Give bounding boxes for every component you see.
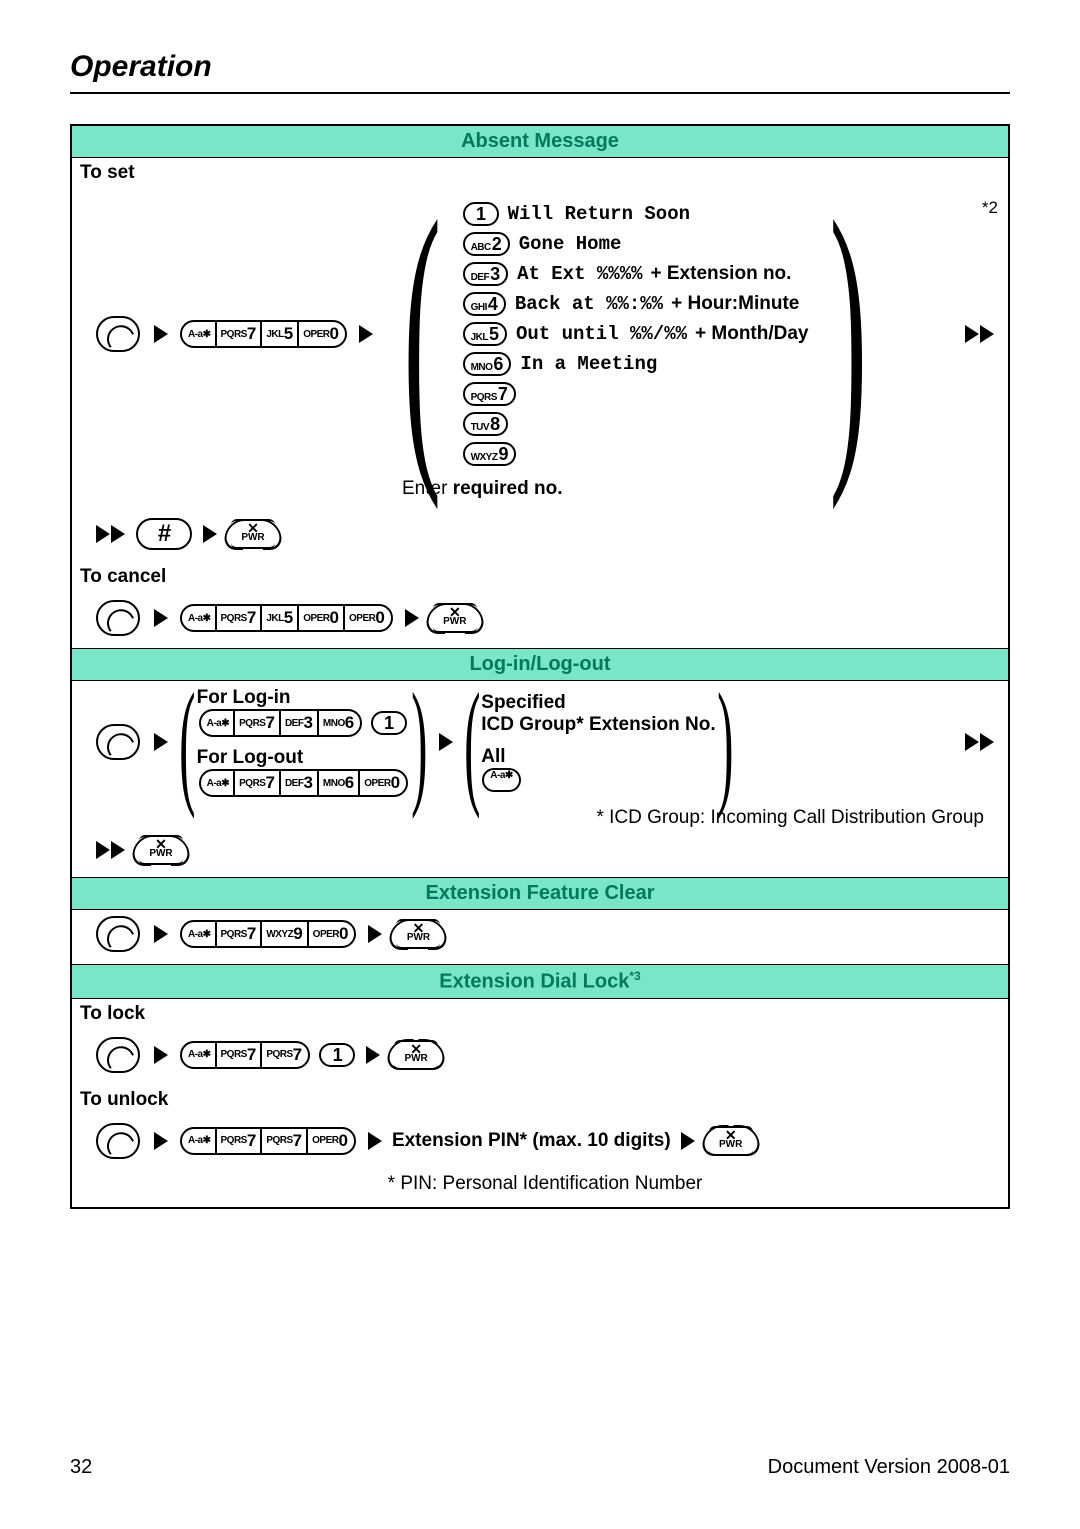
keyrow-cancel: A-a✱ PQRS7 JKL5 OPER0 OPER0 <box>180 604 393 632</box>
page-title: Operation <box>70 50 1010 84</box>
arrow-icon <box>154 733 168 751</box>
arrow-icon <box>203 525 217 543</box>
continue-arrow-icon <box>965 325 994 343</box>
dial-lock-sequence: A-a✱ PQRS7 PQRS7 1 ✕PWR <box>72 1031 1008 1085</box>
offhook-icon <box>96 316 140 352</box>
keyrow-unlock: A-a✱ PQRS7 PQRS7 OPER0 <box>180 1127 356 1155</box>
dial-unlock-sequence: A-a✱ PQRS7 PQRS7 OPER0 Extension PIN* (m… <box>72 1117 1008 1207</box>
operations-table: Absent Message To set *2 A-a✱ PQRS7 JKL5… <box>70 124 1010 1209</box>
pin-label: Extension PIN* (max. 10 digits) <box>392 1130 671 1152</box>
continue-arrow-icon <box>965 733 994 751</box>
to-set-label: To set <box>72 158 1008 190</box>
hash-key: # <box>136 518 192 550</box>
feature-clear-sequence: A-a✱ PQRS7 WXYZ9 OPER0 ✕PWR <box>72 910 1008 964</box>
offhook-icon <box>96 1123 140 1159</box>
absent-cancel-sequence: A-a✱ PQRS7 JKL5 OPER0 OPER0 ✕PWR <box>72 594 1008 648</box>
arrow-icon <box>681 1132 695 1150</box>
for-login-label: For Log-in <box>197 687 291 708</box>
power-icon: ✕PWR <box>396 919 440 949</box>
keyrow-set: A-a✱ PQRS7 JKL5 OPER0 <box>180 320 347 348</box>
message-options-group: ( 1 Will Return Soon ABC2 Gone Home DEF3… <box>383 196 887 472</box>
power-icon: ✕PWR <box>709 1126 753 1156</box>
pin-footnote: * PIN: Personal Identification Number <box>92 1173 998 1195</box>
footnote-star2: *2 <box>982 198 998 218</box>
continue-arrow-icon <box>96 841 125 859</box>
absent-set-sequence: *2 A-a✱ PQRS7 JKL5 OPER0 ( 1 Will Return… <box>72 190 1008 512</box>
page-number: 32 <box>70 1456 92 1479</box>
arrow-icon <box>368 1132 382 1150</box>
arrow-icon <box>154 1132 168 1150</box>
specified-label: Specified <box>481 692 565 713</box>
login-logout-sequence: ( For Log-in A-a✱ PQRS7 DEF3 MNO6 1 For <box>72 681 1008 877</box>
key-1: 1 <box>319 1043 355 1067</box>
login-logout-header: Log-in/Log-out <box>72 648 1008 681</box>
power-icon: ✕PWR <box>231 519 275 549</box>
arrow-icon <box>154 325 168 343</box>
keyrow-login: A-a✱ PQRS7 DEF3 MNO6 <box>199 709 363 737</box>
offhook-icon <box>96 1037 140 1073</box>
doc-version: Document Version 2008-01 <box>768 1456 1010 1479</box>
offhook-icon <box>96 724 140 760</box>
icd-group-label: ICD Group* Extension No. <box>481 714 715 735</box>
continue-arrow-icon <box>96 525 125 543</box>
power-icon: ✕PWR <box>394 1040 438 1070</box>
title-rule <box>70 92 1010 94</box>
power-icon: ✕PWR <box>433 603 477 633</box>
absent-set-end: # ✕PWR <box>72 512 1008 562</box>
icd-footnote: * ICD Group: Incoming Call Distribution … <box>92 807 998 829</box>
keyrow-logout: A-a✱ PQRS7 DEF3 MNO6 OPER0 <box>199 769 408 797</box>
for-logout-label: For Log-out <box>197 747 304 768</box>
arrow-icon <box>439 733 453 751</box>
keyrow-clear: A-a✱ PQRS7 WXYZ9 OPER0 <box>180 920 356 948</box>
enter-required-label: Enter required no. <box>402 478 998 500</box>
power-icon: ✕PWR <box>139 835 183 865</box>
arrow-icon <box>366 1046 380 1064</box>
absent-message-header: Absent Message <box>72 126 1008 158</box>
footer: 32 Document Version 2008-01 <box>70 1456 1010 1479</box>
key-1: 1 <box>371 711 407 735</box>
arrow-icon <box>154 925 168 943</box>
offhook-icon <box>96 916 140 952</box>
all-label: All <box>481 746 505 767</box>
offhook-icon <box>96 600 140 636</box>
arrow-icon <box>368 925 382 943</box>
arrow-icon <box>154 609 168 627</box>
arrow-icon <box>359 325 373 343</box>
dial-lock-header: Extension Dial Lock*3 <box>72 964 1008 999</box>
star-key: A-a✱ <box>482 768 521 792</box>
keyrow-lock: A-a✱ PQRS7 PQRS7 <box>180 1041 310 1069</box>
to-unlock-label: To unlock <box>72 1085 1008 1117</box>
feature-clear-header: Extension Feature Clear <box>72 877 1008 910</box>
to-cancel-label: To cancel <box>72 562 1008 594</box>
arrow-icon <box>154 1046 168 1064</box>
to-lock-label: To lock <box>72 999 1008 1031</box>
arrow-icon <box>405 609 419 627</box>
